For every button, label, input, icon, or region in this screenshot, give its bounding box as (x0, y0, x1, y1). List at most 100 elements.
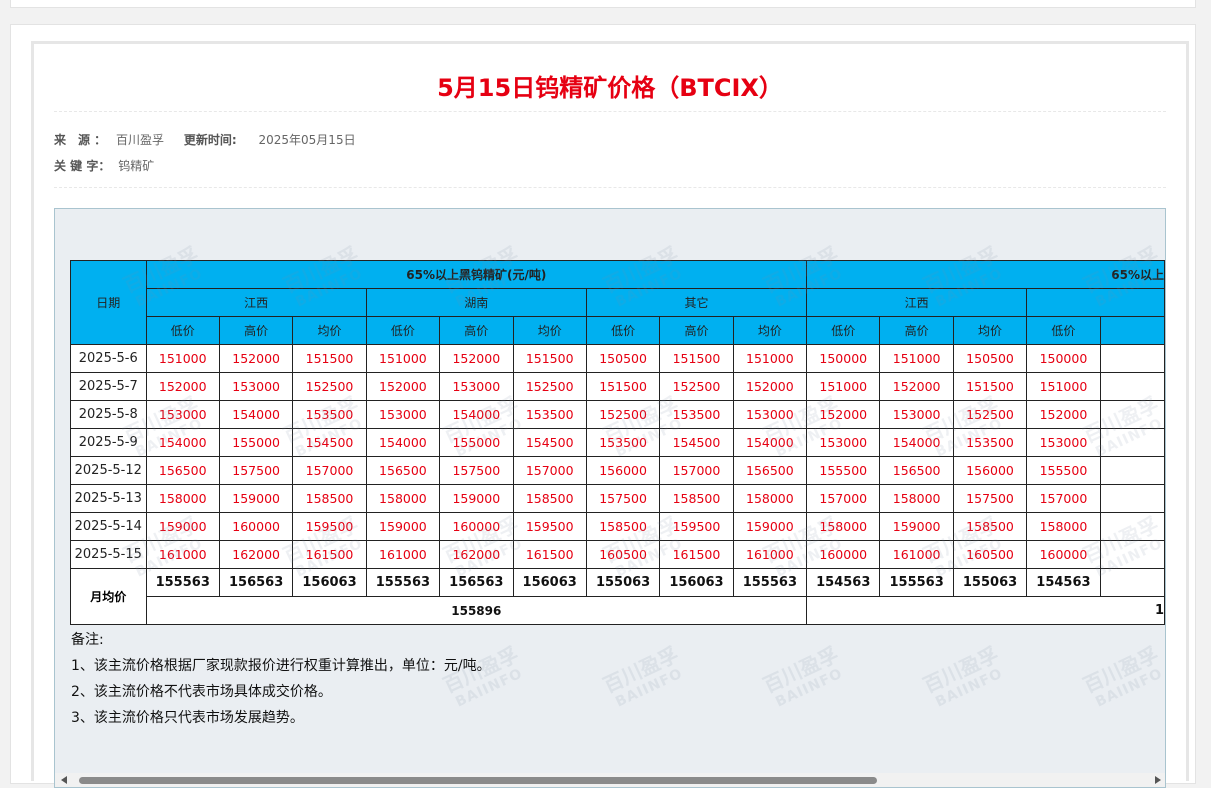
price-cell: 154000 (365, 428, 441, 457)
group-header-label: 65%以上黑钨精矿(元/吨) (406, 268, 547, 282)
watermark-text: 百川盈孚 (919, 642, 1003, 698)
price-cell: 161500 (512, 540, 587, 569)
price-label-header (1099, 316, 1165, 345)
price-label-header: 低价 (585, 316, 661, 345)
price-cell: 160000 (1026, 540, 1101, 569)
price-cell: 150000 (1026, 344, 1101, 373)
price-cell: 151000 (732, 344, 808, 373)
price-cell: 155500 (1026, 456, 1101, 485)
watermark-text: 百川盈孚 (1079, 642, 1163, 698)
source-label: 来 源 ： (54, 133, 107, 147)
row-date: 2025-5-6 (70, 344, 147, 373)
price-cell: 154000 (732, 428, 808, 457)
price-cell: 154500 (659, 428, 734, 457)
scroll-left-arrow-icon[interactable] (61, 776, 67, 784)
price-cell: 153500 (292, 400, 367, 429)
price-cell: 157000 (659, 456, 734, 485)
price-cell: 158000 (806, 512, 881, 541)
region-header (1026, 288, 1165, 317)
price-cell: 153500 (659, 400, 734, 429)
price-cell: 152000 (806, 400, 881, 429)
price-label-header: 低价 (806, 316, 881, 345)
row-date: 2025-5-7 (70, 372, 147, 401)
price-cell: 161500 (659, 540, 734, 569)
keywords-label: 关 键 字： (54, 159, 111, 173)
row-date: 2025-5-14 (70, 512, 147, 541)
table-row: 2025-5-9 154000 155000 154500 154000 155000 15… (70, 428, 1165, 457)
monthly-avg-cell: 156063 (292, 568, 367, 597)
source-value: 百川盈孚 (116, 133, 165, 147)
price-cell: 154000 (218, 400, 294, 429)
price-cell: 153000 (806, 428, 881, 457)
price-cell: 155000 (439, 428, 514, 457)
note-line: 2、该主流价格不代表市场具体成交价格。 (71, 684, 332, 700)
watermark-text: BAIINFO (613, 665, 686, 711)
price-cell: 158000 (1026, 512, 1101, 541)
price-cell: 152500 (292, 372, 367, 401)
price-cell: 157500 (439, 456, 514, 485)
price-cell: 152000 (439, 344, 514, 373)
monthly-overall: 155896 (145, 596, 808, 625)
price-cell: 159000 (879, 512, 954, 541)
price-cell: 151500 (292, 344, 367, 373)
price-cell: 150500 (952, 344, 1028, 373)
price-cell: 160000 (439, 512, 514, 541)
article-container: 5月15日钨精矿价格（BTCIX） 来 源 ： 百川盈孚 更新时间: 2025年… (10, 24, 1196, 788)
article-card: 5月15日钨精矿价格（BTCIX） 来 源 ： 百川盈孚 更新时间: 2025年… (31, 41, 1189, 788)
price-cell: 157000 (806, 484, 881, 513)
monthly-avg-label: 月均价 (70, 568, 147, 625)
price-cell: 162000 (439, 540, 514, 569)
monthly-avg-cell: 154563 (806, 568, 881, 597)
price-cell: 152000 (145, 372, 220, 401)
keywords-value: 钨精矿 (118, 159, 155, 173)
scrollbar-thumb[interactable] (79, 777, 877, 784)
price-cell: 155500 (806, 456, 881, 485)
price-cell: 159000 (145, 512, 220, 541)
price-cell (1099, 344, 1165, 373)
price-cell: 150500 (585, 344, 661, 373)
table-row: 2025-5-6 151000 152000 151500 151000 152000 15… (70, 344, 1165, 373)
price-cell: 151500 (659, 344, 734, 373)
price-cell: 158000 (732, 484, 808, 513)
price-cell: 152000 (1026, 400, 1101, 429)
price-cell: 153000 (439, 372, 514, 401)
price-cell: 151000 (1026, 372, 1101, 401)
table-row: 2025-5-15 161000 162000 161500 161000 162000 1… (70, 540, 1165, 569)
price-cell: 156500 (879, 456, 954, 485)
price-cell: 153000 (365, 400, 441, 429)
price-cell: 152000 (365, 372, 441, 401)
price-cell: 152500 (952, 400, 1028, 429)
price-cell: 159000 (439, 484, 514, 513)
price-label-header: 均价 (732, 316, 808, 345)
price-table-panel[interactable]: 日期 65%以上黑钨精矿(元/吨) 65%以上 江西 湖南 其它 江西 低价 高价… (54, 208, 1166, 788)
monthly-avg-cell: 155563 (145, 568, 220, 597)
horizontal-scrollbar[interactable] (55, 773, 1165, 787)
notes-heading: 备注: (71, 632, 104, 648)
watermark-text: 百川盈孚 (759, 642, 843, 698)
price-cell: 158500 (512, 484, 587, 513)
watermark-text: BAIINFO (773, 665, 846, 711)
price-cell: 152000 (879, 372, 954, 401)
group-header: 65%以上 (806, 260, 1165, 289)
monthly-avg-cell: 155563 (879, 568, 954, 597)
monthly-avg-cell: 155563 (732, 568, 808, 597)
price-cell: 159000 (218, 484, 294, 513)
monthly-avg-cell: 156563 (218, 568, 294, 597)
price-table: 日期 65%以上黑钨精矿(元/吨) 65%以上 江西 湖南 其它 江西 低价 高价… (70, 260, 1165, 625)
price-cell: 158000 (879, 484, 954, 513)
price-label-header: 高价 (659, 316, 734, 345)
price-cell: 159500 (512, 512, 587, 541)
divider (54, 111, 1166, 112)
table-row: 2025-5-13 158000 159000 158500 158000 159000 1… (70, 484, 1165, 513)
table-row: 2025-5-12 156500 157500 157000 156500 157500 1… (70, 456, 1165, 485)
row-date: 2025-5-12 (70, 456, 147, 485)
watermark: 百川盈孚BAIINFO (919, 642, 1009, 714)
divider (54, 187, 1166, 188)
price-cell: 152500 (659, 372, 734, 401)
scroll-right-arrow-icon[interactable] (1155, 776, 1161, 784)
group-header: 65%以上黑钨精矿(元/吨) (145, 260, 808, 289)
region-header: 湖南 (365, 288, 587, 317)
price-cell (1099, 512, 1165, 541)
meta-source-row: 来 源 ： 百川盈孚 更新时间: 2025年05月15日 (54, 131, 356, 148)
price-cell: 154000 (879, 428, 954, 457)
